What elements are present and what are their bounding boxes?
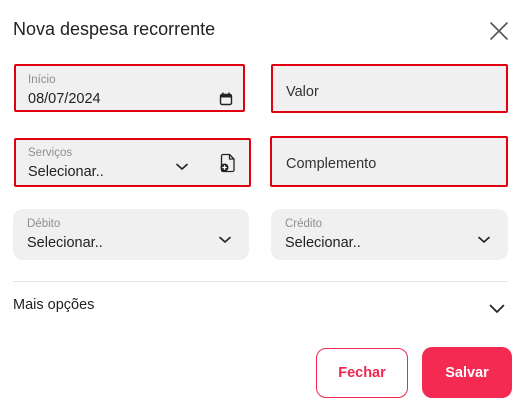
servicos-label: Serviços — [28, 147, 73, 159]
servicos-value: Selecionar.. — [28, 164, 104, 180]
modal-title: Nova despesa recorrente — [13, 19, 216, 39]
close-button[interactable]: Fechar — [316, 348, 408, 398]
complemento-placeholder: Complemento — [286, 156, 377, 172]
valor-placeholder: Valor — [286, 84, 319, 100]
add-file-icon[interactable] — [220, 153, 236, 178]
debito-label: Débito — [27, 218, 61, 230]
debito-value: Selecionar.. — [27, 235, 103, 251]
inicio-value[interactable]: 08/07/2024 — [28, 91, 101, 107]
save-button[interactable]: Salvar — [422, 347, 512, 398]
servicos-select[interactable]: Serviços Selecionar.. — [14, 138, 251, 187]
chevron-down-icon[interactable] — [489, 301, 505, 319]
credito-label: Crédito — [285, 218, 323, 230]
chevron-down-icon[interactable] — [478, 231, 490, 249]
debito-select[interactable]: Débito Selecionar.. — [13, 209, 249, 260]
inicio-date-field[interactable]: Início 08/07/2024 — [14, 64, 245, 112]
chevron-down-icon[interactable] — [176, 158, 188, 176]
close-icon[interactable] — [488, 20, 510, 42]
credito-select[interactable]: Crédito Selecionar.. — [271, 209, 508, 260]
inicio-label: Início — [28, 74, 56, 86]
complemento-field[interactable]: Complemento — [270, 136, 508, 187]
credito-value: Selecionar.. — [285, 235, 361, 251]
valor-field[interactable]: Valor — [271, 64, 508, 113]
divider — [13, 281, 508, 282]
calendar-icon[interactable] — [219, 92, 233, 111]
chevron-down-icon[interactable] — [219, 231, 231, 249]
more-options-toggle[interactable]: Mais opções — [13, 297, 94, 313]
